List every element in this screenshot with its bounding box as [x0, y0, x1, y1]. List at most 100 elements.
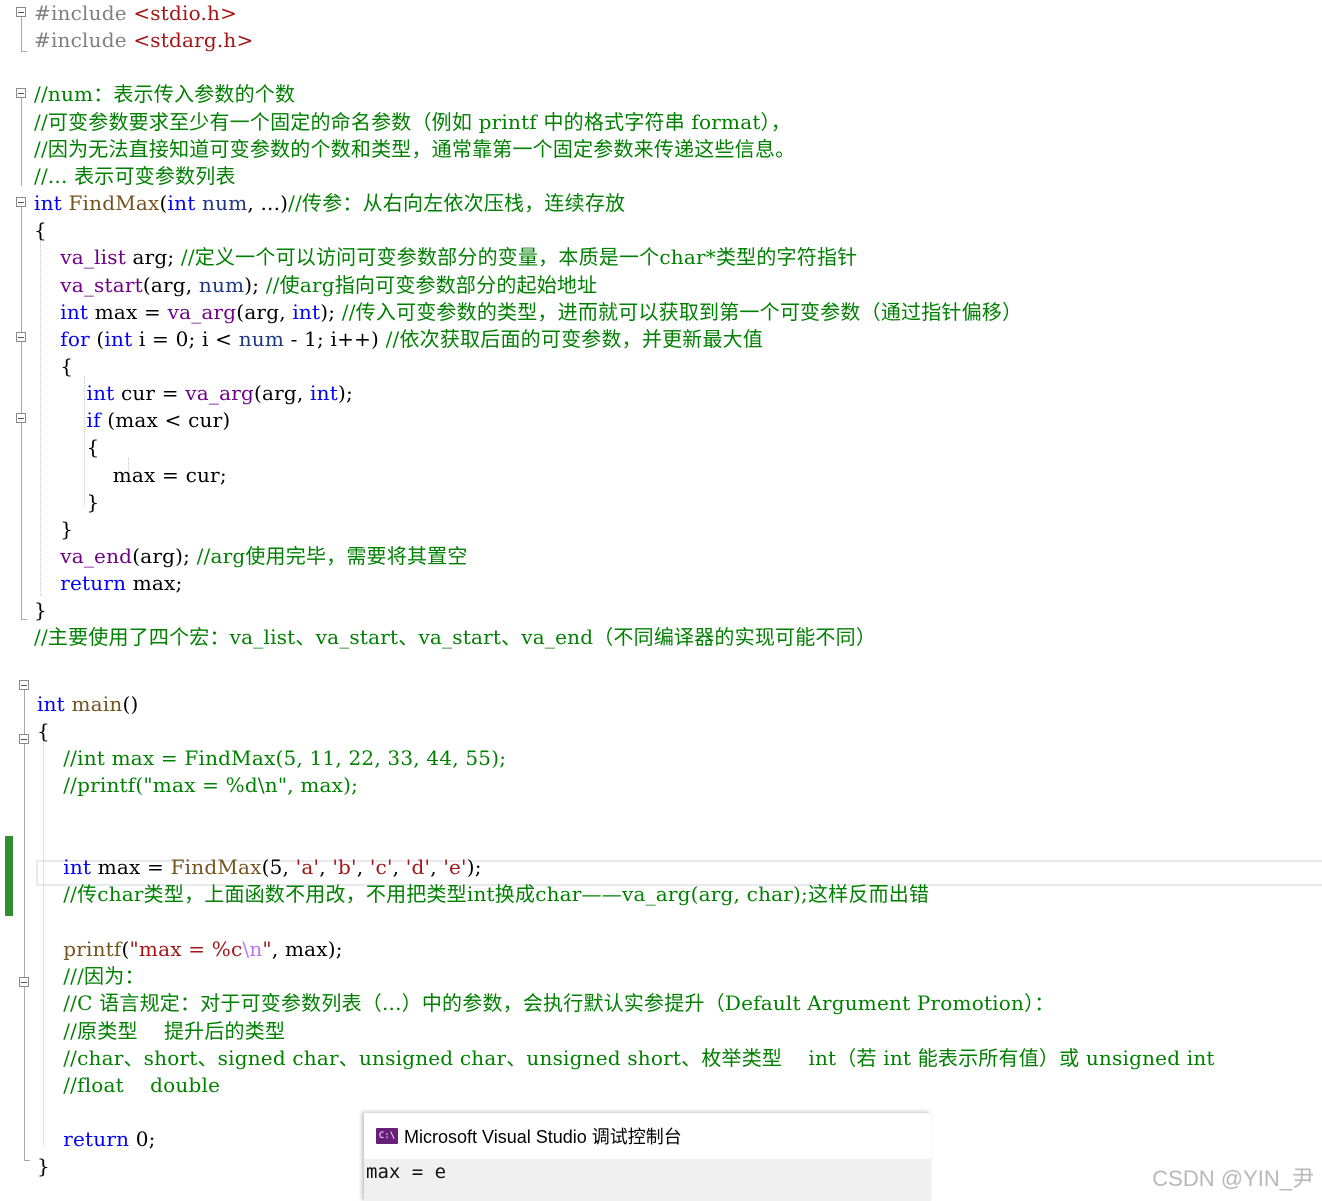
code-token: //可变参数要求至少有一个固定的命名参数（例如 printf 中的格式字符串 f…	[34, 109, 791, 134]
code-token: ()	[122, 691, 139, 716]
code-line[interactable]: ///因为：	[37, 963, 145, 990]
code-line[interactable]: #include <stdio.h>	[34, 0, 237, 27]
console-output-area[interactable]: max = e	[364, 1159, 931, 1201]
code-line[interactable]: }	[37, 1153, 50, 1180]
code-line[interactable]: #include <stdarg.h>	[34, 27, 253, 54]
code-line[interactable]: int max = va_arg(arg, int); //传入可变参数的类型，…	[34, 299, 1022, 326]
code-line[interactable]: }	[34, 516, 73, 543]
debug-console-window[interactable]: C:\ Microsoft Visual Studio 调试控制台 max = …	[364, 1113, 931, 1201]
code-token: //主要使用了四个宏：va_list、va_start、va_start、va_…	[34, 625, 877, 650]
code-editor[interactable]: #include <stdio.h> #include <stdarg.h> //n…	[0, 0, 1322, 1201]
fold-line	[21, 98, 22, 186]
code-line[interactable]: int main()	[37, 691, 138, 718]
code-line[interactable]: for (int i = 0; i < num - 1; i++) //依次获取…	[34, 326, 763, 353]
code-token: //传char类型，上面函数不用改，不用把类型int换成char——va_arg…	[63, 881, 930, 906]
code-token: "	[262, 937, 272, 962]
code-line[interactable]: //原类型 提升后的类型	[37, 1018, 285, 1045]
code-token: <	[208, 326, 239, 351]
code-token: );	[327, 937, 343, 962]
code-token: //传参：从右向左依次压栈，连续存放	[288, 191, 626, 216]
code-token: for	[60, 326, 90, 351]
fold-toggle-icon[interactable]	[16, 7, 26, 17]
code-token: cur	[188, 408, 223, 433]
code-token: 'c'	[369, 854, 393, 879]
code-line[interactable]: //num：表示传入参数的个数	[34, 81, 295, 108]
code-line[interactable]: //... 表示可变参数列表	[34, 163, 236, 190]
code-line[interactable]: va_list arg; //定义一个可以访问可变参数部分的变量，本质是一个ch…	[34, 244, 857, 271]
code-token: ,	[392, 854, 406, 879]
console-title: Microsoft Visual Studio 调试控制台	[404, 1127, 682, 1147]
code-token: return	[63, 1127, 130, 1152]
code-token: max	[112, 462, 156, 487]
code-token: arg	[132, 245, 168, 270]
code-line[interactable]: //printf("max = %d\n", max);	[37, 772, 358, 799]
code-token: (5,	[261, 854, 296, 879]
fold-toggle-icon[interactable]	[19, 977, 29, 987]
code-line[interactable]: va_end(arg); //arg使用完毕，需要将其置空	[34, 543, 468, 570]
fold-toggle-icon[interactable]	[16, 197, 26, 207]
code-token: max	[97, 854, 141, 879]
code-line[interactable]: {	[34, 434, 99, 461]
code-token: =	[155, 381, 186, 406]
code-line[interactable]: max = cur;	[34, 462, 227, 489]
code-token: //原类型 提升后的类型	[63, 1018, 286, 1043]
code-token: return	[60, 571, 127, 596]
code-line[interactable]: int FindMax(int num, ...)//传参：从右向左依次压栈，连…	[34, 190, 625, 217]
code-token: printf	[63, 937, 122, 962]
code-token: int	[60, 299, 89, 324]
code-line[interactable]: int cur = va_arg(arg, int);	[34, 380, 353, 407]
code-line[interactable]: //int max = FindMax(5, 11, 22, 33, 44, 5…	[37, 745, 506, 772]
code-token: "max = %c	[129, 937, 243, 962]
code-line[interactable]: //主要使用了四个宏：va_list、va_start、va_start、va_…	[34, 624, 876, 651]
code-token: #include	[34, 28, 134, 53]
fold-toggle-icon[interactable]	[16, 88, 26, 98]
code-line[interactable]: //C 语言规定：对于可变参数列表（...）中的参数，会执行默认实参提升（Def…	[37, 990, 1055, 1017]
code-token: max	[115, 408, 159, 433]
code-line[interactable]: //可变参数要求至少有一个固定的命名参数（例如 printf 中的格式字符串 f…	[34, 109, 791, 136]
fold-toggle-icon[interactable]	[19, 680, 29, 690]
code-line[interactable]: va_start(arg, num); //使arg指向可变参数部分的起始地址	[34, 272, 597, 299]
code-token: i	[202, 326, 209, 351]
code-token: );	[175, 544, 197, 568]
code-token: ,	[356, 854, 370, 879]
code-token: =	[137, 299, 168, 324]
code-token: //arg使用完毕，需要将其置空	[196, 544, 468, 568]
code-token: );	[337, 381, 353, 406]
code-token: int	[167, 191, 196, 216]
code-line[interactable]: if (max < cur)	[34, 407, 230, 434]
code-token: int	[34, 191, 62, 216]
code-line[interactable]: {	[34, 353, 73, 380]
code-line[interactable]: //float double	[37, 1072, 220, 1099]
code-line[interactable]: //因为无法直接知道可变参数的个数和类型，通常靠第一个固定参数来传递这些信息。	[34, 136, 795, 163]
code-line[interactable]: printf("max = %c\n", max);	[37, 936, 343, 963]
code-token: }	[37, 1154, 50, 1179]
code-token: //使arg指向可变参数部分的起始地址	[265, 272, 598, 297]
code-line[interactable]: return 0;	[37, 1126, 156, 1153]
code-line[interactable]: //char、short、signed char、unsigned char、u…	[37, 1045, 1215, 1072]
code-line[interactable]: int max = FindMax(5, 'a', 'b', 'c', 'd',…	[37, 854, 482, 881]
code-line[interactable]: //传char类型，上面函数不用改，不用把类型int换成char——va_arg…	[37, 881, 929, 908]
console-title-bar[interactable]: C:\ Microsoft Visual Studio 调试控制台	[364, 1113, 931, 1159]
code-line[interactable]: }	[34, 597, 47, 624]
code-line[interactable]: }	[34, 489, 99, 516]
fold-toggle-icon[interactable]	[19, 734, 29, 744]
code-token: int	[310, 381, 338, 406]
fold-toggle-icon[interactable]	[16, 332, 26, 342]
fold-toggle-icon[interactable]	[16, 413, 26, 423]
code-token: {	[37, 718, 50, 743]
code-line[interactable]: {	[37, 718, 50, 745]
code-line[interactable]: return max;	[34, 570, 183, 597]
code-line[interactable]: {	[34, 217, 47, 244]
code-token: va_list	[60, 245, 126, 270]
